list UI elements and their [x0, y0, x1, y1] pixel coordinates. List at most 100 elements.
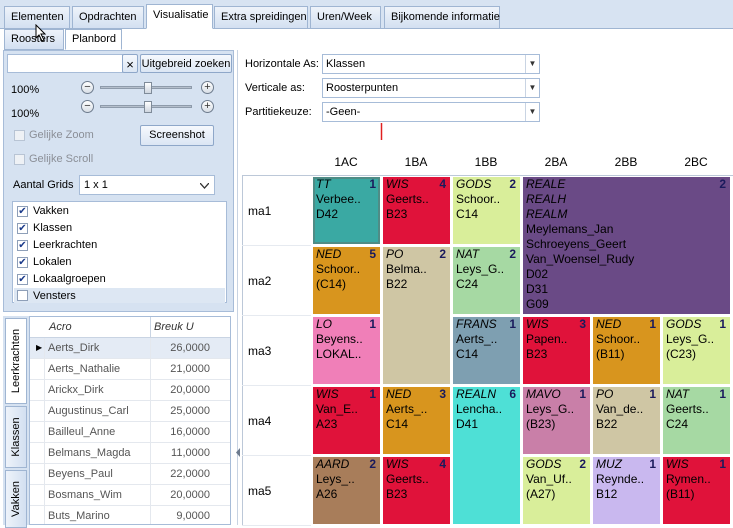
vensters-checkbox[interactable]: [17, 290, 28, 301]
lesson-text: Van_Woensel_Rudy: [526, 252, 635, 266]
lesson-text: Leys_G..: [456, 262, 505, 276]
lesson-text: D02: [526, 267, 549, 281]
verticale-as-select[interactable]: Roosterpunten ▼: [322, 78, 540, 98]
search-input[interactable]: [7, 54, 123, 73]
chevron-down-icon[interactable]: ▼: [525, 79, 539, 97]
table-row[interactable]: Beyens_Paul 22,0000: [30, 464, 230, 485]
table-row[interactable]: Arickx_Dirk 20,0000: [30, 380, 230, 401]
lesson-text: Geerts..: [386, 192, 429, 206]
tab-planbord[interactable]: Planbord: [65, 29, 122, 50]
column-header-1ba[interactable]: 1BA: [381, 155, 451, 169]
zoom-in-vertical-icon[interactable]: +: [201, 100, 214, 113]
tab-klassen[interactable]: Klassen: [5, 406, 27, 468]
lesson-text: Geerts..: [386, 472, 429, 486]
lesson-block[interactable]: REALN Lencha.. D41 6: [452, 386, 521, 525]
lesson-block[interactable]: WIS Papen.. B23 3: [522, 316, 591, 385]
lesson-block[interactable]: WIS Geerts.. B23 4: [382, 176, 451, 245]
lesson-block[interactable]: MAVO Leys_G.. (B23) 1: [522, 386, 591, 455]
tab-visualisatie[interactable]: Visualisatie: [146, 4, 213, 29]
klassen-checkbox[interactable]: ✔: [17, 223, 28, 234]
lesson-block[interactable]: AARD Leys_.. A26 2: [312, 456, 381, 525]
lesson-block[interactable]: WIS Geerts.. B23 4: [382, 456, 451, 525]
teacher-acro: Bosmans_Wim: [48, 489, 122, 501]
lesson-count: 1: [719, 457, 726, 471]
table-row[interactable]: Aerts_Nathalie 21,0000: [30, 359, 230, 380]
tab-opdrachten[interactable]: Opdrachten: [72, 6, 144, 28]
lokaalgroepen-checkbox[interactable]: ✔: [17, 274, 28, 285]
lesson-block[interactable]: GODS Leys_G.. (C23) 1: [662, 316, 731, 385]
element-type-checklist: ✔ Vakken ✔ Klassen ✔ Leerkrachten ✔ Lokalen …: [12, 201, 227, 303]
leerkrachten-checkbox[interactable]: ✔: [17, 240, 28, 251]
table-row[interactable]: ▶ Aerts_Dirk 26,0000: [30, 338, 230, 359]
lesson-block[interactable]: REALE REALH REALM Meylemans_Jan Schroeyens_G…: [522, 176, 731, 315]
lesson-text: Papen..: [526, 332, 568, 346]
screenshot-button[interactable]: Screenshot: [140, 125, 214, 146]
column-header-2ba[interactable]: 2BA: [521, 155, 591, 169]
column-header-1ac[interactable]: 1AC: [311, 155, 381, 169]
partitiekeuze-select[interactable]: -Geen- ▼: [322, 102, 540, 122]
lesson-count: 4: [439, 177, 446, 191]
lesson-block[interactable]: WIS Rymen.. (B11) 1: [662, 456, 731, 525]
column-header-2bb[interactable]: 2BB: [591, 155, 661, 169]
tab-vakken[interactable]: Vakken: [5, 470, 27, 528]
lesson-text: B23: [386, 487, 408, 501]
zoom-out-horizontal-icon[interactable]: −: [81, 81, 94, 94]
clear-search-button[interactable]: ×: [122, 54, 138, 73]
chevron-down-icon[interactable]: ▼: [525, 55, 539, 73]
lesson-block[interactable]: TT Verbee.. D42 1: [312, 176, 381, 245]
vertical-tab-strip: Leerkrachten Klassen Vakken: [3, 316, 29, 528]
gelijke-scroll-checkbox[interactable]: [14, 154, 25, 165]
teacher-acro: Buts_Marino: [48, 510, 110, 522]
lesson-text: D42: [316, 207, 339, 221]
lesson-block[interactable]: GODS Schoor.. C14 2: [452, 176, 521, 245]
lesson-block[interactable]: NAT Geerts.. C24 1: [662, 386, 731, 455]
tab-uren-week[interactable]: Uren/Week: [310, 6, 381, 28]
lesson-block[interactable]: LO Beyens.. LOKAL.. 1: [312, 316, 381, 385]
lesson-text: D41: [456, 417, 479, 431]
teacher-acro: Belmans_Magda: [48, 447, 131, 459]
lesson-block[interactable]: FRANS Aerts_.. C14 1: [452, 316, 521, 385]
lesson-block[interactable]: NAT Leys_G.. C24 2: [452, 246, 521, 315]
lesson-block[interactable]: NED Aerts_.. C14 3: [382, 386, 451, 455]
acro-column-header[interactable]: Acro: [49, 321, 72, 333]
lesson-block[interactable]: PO Belma.. B22 2: [382, 246, 451, 385]
lesson-block[interactable]: NED Schoor.. (B11) 1: [592, 316, 661, 385]
teacher-acro: Arickx_Dirk: [48, 384, 104, 396]
aantal-grids-select[interactable]: 1 x 1: [79, 175, 215, 195]
table-row[interactable]: Bailleul_Anne 16,0000: [30, 422, 230, 443]
column-header-2bc[interactable]: 2BC: [661, 155, 731, 169]
lesson-block[interactable]: NED Schoor.. (C14) 5: [312, 246, 381, 315]
lesson-text: B23: [386, 207, 408, 221]
table-row[interactable]: Augustinus_Carl 25,0000: [30, 401, 230, 422]
table-row[interactable]: Belmans_Magda 11,0000: [30, 443, 230, 464]
lesson-block[interactable]: GODS Van_Uf.. (A27) 2: [522, 456, 591, 525]
tab-bijkomende-informatie[interactable]: Bijkomende informatie: [384, 6, 500, 28]
tab-leerkrachten[interactable]: Leerkrachten: [5, 318, 27, 404]
zoom-in-horizontal-icon[interactable]: +: [201, 81, 214, 94]
row-header-ma2: ma2: [248, 274, 272, 288]
breuk-u-column-header[interactable]: Breuk U: [154, 321, 194, 333]
lesson-block[interactable]: MUZ Reynde.. B12 1: [592, 456, 661, 525]
vertical-zoom-thumb[interactable]: [144, 101, 152, 113]
collapse-arrow-icon[interactable]: [236, 448, 241, 457]
table-row[interactable]: Buts_Marino 9,0000: [30, 506, 230, 524]
tab-roosters[interactable]: Roosters: [4, 29, 64, 50]
gelijke-zoom-checkbox[interactable]: [14, 130, 25, 141]
lesson-text: Beyens..: [316, 332, 363, 346]
table-row[interactable]: Bosmans_Wim 20,0000: [30, 485, 230, 506]
lesson-text: Geerts..: [666, 402, 709, 416]
zoom-out-vertical-icon[interactable]: −: [81, 100, 94, 113]
lesson-count: 2: [439, 247, 446, 261]
lesson-block[interactable]: WIS Van_E.. A23 1: [312, 386, 381, 455]
horizontale-as-select[interactable]: Klassen ▼: [322, 54, 540, 74]
tab-extra-spreidingen[interactable]: Extra spreidingen: [214, 6, 308, 28]
column-header-1bb[interactable]: 1BB: [451, 155, 521, 169]
lesson-block[interactable]: PO Van_de.. B22 1: [592, 386, 661, 455]
horizontal-zoom-thumb[interactable]: [144, 82, 152, 94]
advanced-search-button[interactable]: Uitgebreid zoeken: [140, 54, 232, 73]
lokalen-checkbox[interactable]: ✔: [17, 257, 28, 268]
vakken-checkbox[interactable]: ✔: [17, 206, 28, 217]
lesson-count: 1: [579, 387, 586, 401]
chevron-down-icon[interactable]: ▼: [525, 103, 539, 121]
lesson-text: D31: [526, 282, 549, 296]
